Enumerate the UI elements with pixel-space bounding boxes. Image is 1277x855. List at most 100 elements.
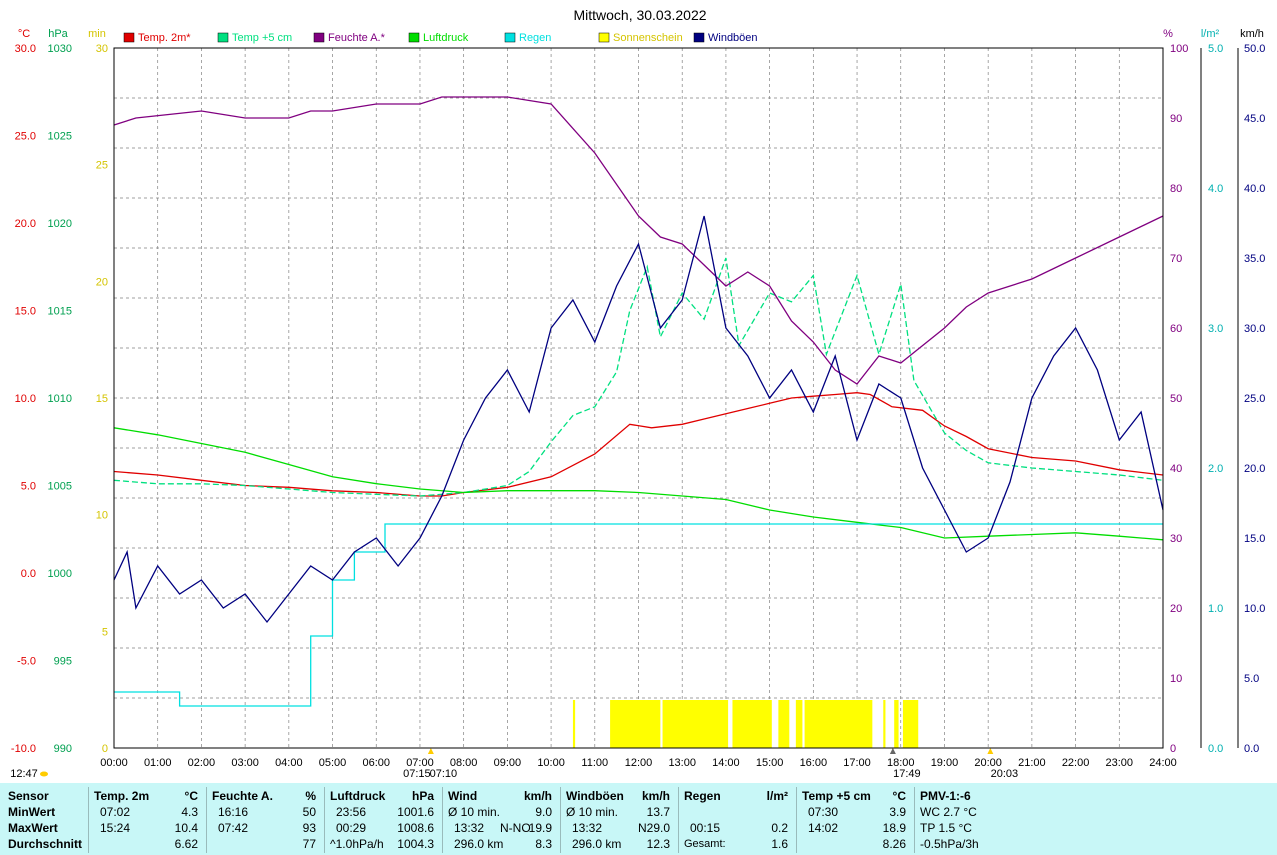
legend-label: Windböen <box>708 32 758 44</box>
time-marker-label: 20:03 <box>991 768 1019 780</box>
humidity-tick-label: 90 <box>1170 113 1182 125</box>
x-tick-label: 11:00 <box>581 757 608 769</box>
gusts-avg10-value: 13.7 <box>646 805 670 819</box>
temp5cm-max-value: 18.9 <box>882 821 906 835</box>
x-tick-label: 17:00 <box>843 757 871 769</box>
humidity-unit-label: % <box>1163 28 1173 40</box>
legend-label: Luftdruck <box>423 32 469 44</box>
legend-swatch <box>313 32 325 43</box>
x-tick-label: 14:00 <box>712 757 740 769</box>
rain-total-label: Gesamt: <box>684 838 726 850</box>
stats-sensor-header: Sensor <box>8 789 49 803</box>
x-tick-label: 24:00 <box>1149 757 1177 769</box>
sunshine-bar <box>662 700 729 748</box>
x-tick-label: 21:00 <box>1018 757 1046 769</box>
legend-swatch <box>693 32 705 43</box>
stats-row-labels: Sensor MinWert MaxWert Durchschnitt <box>8 783 88 855</box>
pmv-dewpoint: TP 1.5 °C <box>920 821 972 835</box>
legend: Temp. 2m* Temp +5 cm Feuchte A.* Luftdruck R… <box>123 32 758 44</box>
stats-panel: Sensor MinWert MaxWert Durchschnitt Temp… <box>0 783 1277 855</box>
time-marker-icon <box>987 748 994 754</box>
wind-tick-label: 10.0 <box>1244 603 1265 615</box>
x-tick-label: 05:00 <box>319 757 347 769</box>
wind-tick-label: 45.0 <box>1244 113 1265 125</box>
sun_min-tick-label: 15 <box>96 393 108 405</box>
wind-tick-label: 25.0 <box>1244 393 1265 405</box>
legend-swatch <box>217 32 229 43</box>
temp2m-min-time: 07:02 <box>100 805 131 819</box>
gusts-header: Windböen <box>566 789 624 803</box>
pressure-tick-label: 990 <box>54 743 72 755</box>
rain-max-time: 00:15 <box>690 821 721 835</box>
wind-header: Wind <box>448 789 478 803</box>
stats-rain: Regen l/m² 00:15 0.2 Gesamt: 1.6 <box>684 783 792 855</box>
pressure-tick-label: 1025 <box>48 131 72 143</box>
time-marker-icon <box>427 748 434 754</box>
rain-tick-label: 0.0 <box>1208 743 1223 755</box>
temp-tick-label: 10.0 <box>15 393 36 405</box>
temp-tick-label: 30.0 <box>15 43 36 55</box>
rain-tick-label: 5.0 <box>1208 43 1223 55</box>
x-tick-label: 09:00 <box>494 757 522 769</box>
temp-tick-label: 5.0 <box>21 481 36 493</box>
sunshine-bar <box>732 700 772 748</box>
sun_min-tick-label: 20 <box>96 276 108 288</box>
humidity-tick-label: 60 <box>1170 323 1182 335</box>
pressure-tick-label: 1010 <box>48 393 72 405</box>
stats-temp5cm: Temp +5 cm °C 07:30 3.9 14:02 18.9 8.26 <box>802 783 910 855</box>
sun-unit-label: min <box>88 28 106 40</box>
wind-tick-label: 15.0 <box>1244 533 1265 545</box>
temp-tick-label: -10.0 <box>11 743 36 755</box>
temp2m-unit: °C <box>184 789 198 803</box>
pressure-min-value: 1001.6 <box>397 805 434 819</box>
temp-tick-label: 15.0 <box>15 306 36 318</box>
rain-unit: l/m² <box>766 789 788 803</box>
legend-swatch <box>408 32 420 43</box>
pressure-tick-label: 1005 <box>48 481 72 493</box>
pmv-pressure-trend: -0.5hPa/3h <box>920 837 979 851</box>
legend-label: Feuchte A.* <box>328 32 386 44</box>
x-tick-label: 00:00 <box>100 757 128 769</box>
sunshine-bar <box>795 700 803 748</box>
wind-avg10-label: Ø 10 min. <box>448 805 501 819</box>
pressure-header: Luftdruck <box>330 789 386 803</box>
sun_min-tick-label: 10 <box>96 510 108 522</box>
temp5cm-avg-value: 8.26 <box>882 837 906 851</box>
x-tick-label: 22:00 <box>1062 757 1090 769</box>
x-tick-label: 01:00 <box>144 757 172 769</box>
temp2m-min-value: 4.3 <box>181 805 198 819</box>
humidity-tick-label: 70 <box>1170 253 1182 265</box>
wind-tick-label: 0.0 <box>1244 743 1259 755</box>
humidity-min-time: 16:16 <box>218 805 249 819</box>
legend-label: Temp. 2m* <box>138 32 191 44</box>
wind-unit: km/h <box>523 789 552 803</box>
pressure-tick-label: 1030 <box>48 43 72 55</box>
gusts-max-value: 29.0 <box>646 821 670 835</box>
sunshine-bar <box>902 700 919 748</box>
sunshine-bar <box>883 700 886 748</box>
humidity-tick-label: 50 <box>1170 393 1182 405</box>
gusts-unit: km/h <box>641 789 670 803</box>
wind-tick-label: 30.0 <box>1244 323 1265 335</box>
pressure-tick-label: 1015 <box>48 306 72 318</box>
pressure-trend: ^1.0hPa/h <box>330 837 384 851</box>
temp2m-max-time: 15:24 <box>100 821 131 835</box>
sun_min-tick-label: 5 <box>102 626 108 638</box>
x-tick-label: 10:00 <box>537 757 565 769</box>
x-tick-label: 06:00 <box>362 757 390 769</box>
sun_min-tick-label: 0 <box>102 743 108 755</box>
wind-tick-label: 5.0 <box>1244 673 1259 685</box>
sunshine-bar <box>894 700 899 748</box>
x-tick-label: 12:00 <box>625 757 653 769</box>
weather-chart: Mittwoch, 30.03.2022 Temp. 2m* Temp +5 cm… <box>10 7 1265 780</box>
temp2m-header: Temp. 2m <box>94 789 150 803</box>
sunshine-bar <box>778 700 790 748</box>
x-tick-label: 15:00 <box>756 757 784 769</box>
legend-label: Temp +5 cm <box>232 32 292 44</box>
wind-run: 296.0 km <box>454 837 504 851</box>
stats-gusts: Windböen km/h Ø 10 min. 13.7 13:32 N 29.… <box>566 783 674 855</box>
rain-unit-label: l/m² <box>1201 28 1220 40</box>
temp2m-avg-value: 6.62 <box>174 837 198 851</box>
temp-tick-label: 0.0 <box>21 568 36 580</box>
pressure-tick-label: 1020 <box>48 218 72 230</box>
